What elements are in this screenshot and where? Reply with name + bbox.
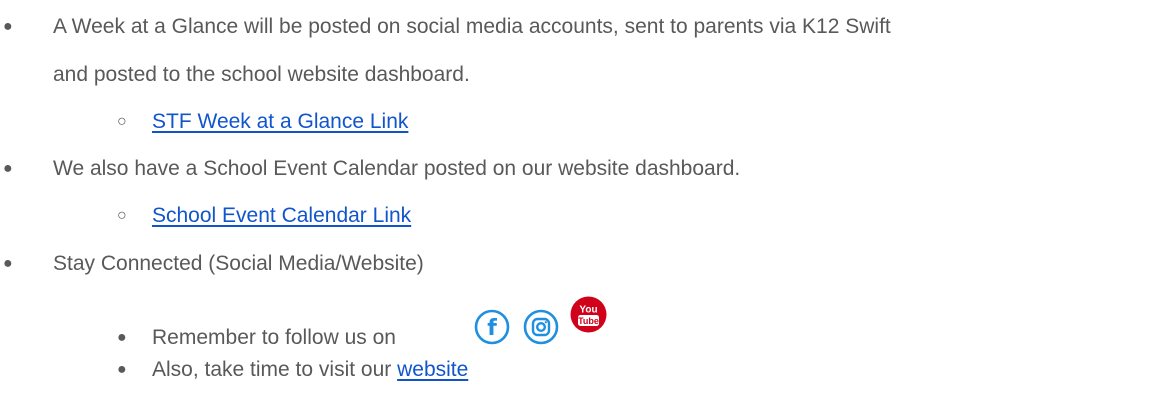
- svg-text:f: f: [487, 316, 497, 341]
- youtube-icon[interactable]: You Tube: [570, 296, 607, 333]
- calendar-link[interactable]: School Event Calendar Link: [152, 202, 411, 230]
- youtube-icon-bottom: Tube: [578, 316, 599, 326]
- website-link[interactable]: website: [397, 358, 468, 381]
- visit-text-wrap: Also, take time to visit our website: [152, 356, 468, 384]
- glance-text: A Week at a Glance will be posted on soc…: [53, 15, 891, 38]
- bullet-marker: ●: [3, 255, 13, 272]
- glance-text-continued: and posted to the school website dashboa…: [53, 63, 470, 86]
- connected-text: Stay Connected (Social Media/Website): [53, 252, 424, 275]
- glance-link[interactable]: STF Week at a Glance Link: [152, 108, 408, 136]
- bullet-marker: ●: [3, 160, 13, 177]
- bullet-marker: ●: [117, 329, 127, 346]
- bullet-marker-hollow: ○: [117, 207, 127, 224]
- bullet-marker: ●: [117, 361, 127, 378]
- facebook-icon[interactable]: f: [474, 309, 510, 345]
- youtube-icon-top: You: [579, 305, 597, 316]
- bullet-marker-hollow: ○: [117, 113, 127, 130]
- calendar-text: We also have a School Event Calendar pos…: [53, 157, 741, 180]
- instagram-icon[interactable]: [523, 309, 559, 345]
- bullet-marker: ●: [3, 18, 13, 35]
- follow-text: Remember to follow us on: [152, 326, 396, 349]
- visit-text: Also, take time to visit our: [152, 358, 398, 381]
